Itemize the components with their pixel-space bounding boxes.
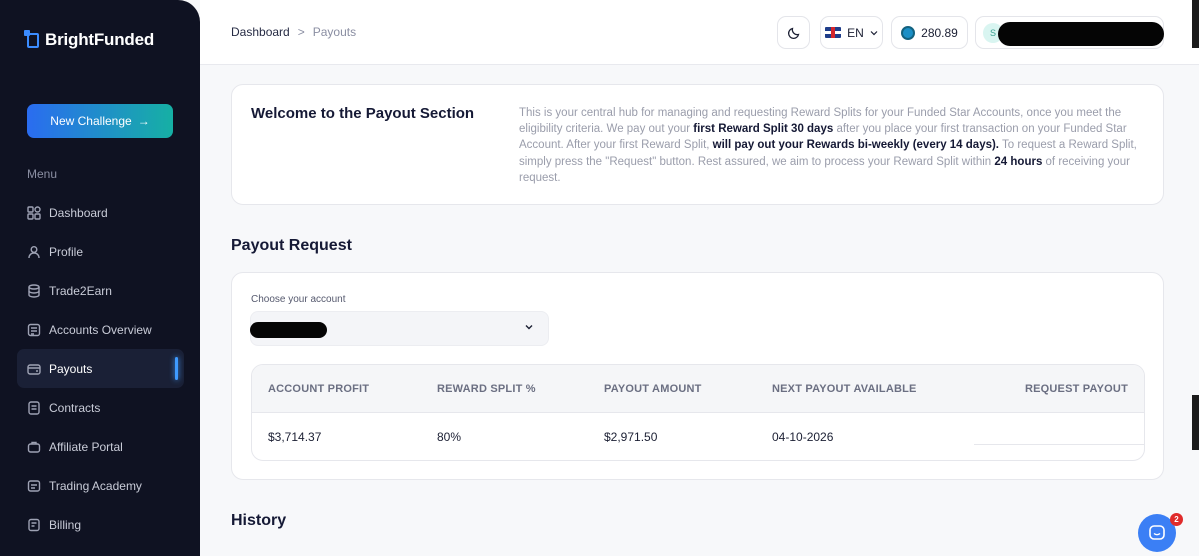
chat-notification-badge: 2 xyxy=(1170,513,1183,526)
user-icon xyxy=(28,245,40,258)
sidebar-item-trade2earn[interactable]: Trade2Earn xyxy=(17,271,184,310)
coin-icon xyxy=(901,25,916,40)
new-challenge-button[interactable]: New Challenge → xyxy=(27,104,173,138)
payout-request-card: Choose your account ACCOUNT PROFIT REWAR… xyxy=(231,272,1164,480)
dashboard-icon xyxy=(27,205,41,220)
sidebar-item-billing[interactable]: Billing xyxy=(17,505,184,544)
table-row: $3,714.37 80% $2,971.50 04-10-2026 xyxy=(252,412,1144,460)
welcome-text: This is your central hub for managing an… xyxy=(519,107,1137,184)
sidebar-item-label: Profile xyxy=(49,244,84,259)
sidebar-item-dashboard[interactable]: Dashboard xyxy=(17,193,184,232)
sidebar: BrightFunded New Challenge → Menu Dashbo… xyxy=(0,0,200,556)
sidebar-item-contracts[interactable]: Contracts xyxy=(17,388,184,427)
theme-toggle-button[interactable] xyxy=(777,16,810,49)
sidebar-item-trading-academy[interactable]: Trading Academy xyxy=(17,466,184,505)
welcome-card: Welcome to the Payout Section This is yo… xyxy=(231,84,1164,205)
table-header: ACCOUNT PROFIT REWARD SPLIT % PAYOUT AMO… xyxy=(252,365,1144,412)
document-icon xyxy=(28,400,40,415)
coin-balance: 280.89 xyxy=(921,25,958,40)
sidebar-item-label: Billing xyxy=(49,517,82,532)
academy-icon xyxy=(27,479,41,492)
breadcrumb-dashboard[interactable]: Dashboard xyxy=(231,25,290,39)
top-header: Dashboard > Payouts EN 280.89 S xyxy=(200,0,1199,65)
scrollbar-top-edge xyxy=(1192,0,1199,48)
breadcrumb: Dashboard > Payouts xyxy=(231,25,356,39)
col-reward-split: REWARD SPLIT % xyxy=(437,382,536,395)
history-title: History xyxy=(231,512,287,529)
sidebar-item-affiliate-portal[interactable]: Affiliate Portal xyxy=(17,427,184,466)
sidebar-nav: Dashboard Profile Trade2Earn Accounts Ov… xyxy=(17,193,184,544)
cell-payout-amount: $2,971.50 xyxy=(604,429,658,444)
payout-table: ACCOUNT PROFIT REWARD SPLIT % PAYOUT AMO… xyxy=(251,364,1145,461)
choose-account-label: Choose your account xyxy=(251,294,346,305)
menu-label: Menu xyxy=(27,167,58,181)
chevron-down-icon xyxy=(870,30,878,35)
wallet-icon xyxy=(27,363,41,375)
col-request-payout: REQUEST PAYOUT xyxy=(1024,382,1128,395)
sidebar-item-label: Trade2Earn xyxy=(49,283,112,298)
scrollbar-edge xyxy=(1192,395,1199,450)
breadcrumb-separator: > xyxy=(297,25,305,39)
chevron-down-icon xyxy=(525,325,533,330)
accounts-icon xyxy=(27,323,41,336)
moon-icon xyxy=(787,27,799,39)
sidebar-item-label: Dashboard xyxy=(49,205,108,220)
logo-icon xyxy=(24,29,39,48)
redacted-username xyxy=(998,22,1164,46)
sidebar-item-accounts-overview[interactable]: Accounts Overview xyxy=(17,310,184,349)
redacted-account-name xyxy=(250,322,327,338)
coin-balance-button[interactable]: 280.89 xyxy=(891,16,968,49)
sidebar-item-label: Accounts Overview xyxy=(49,322,152,337)
cell-next-payout: 04-10-2026 xyxy=(772,429,834,444)
language-code: EN xyxy=(847,25,864,40)
cell-reward-split: 80% xyxy=(437,429,462,444)
sidebar-item-label: Contracts xyxy=(49,400,101,415)
payout-request-title: Payout Request xyxy=(231,237,352,254)
account-select[interactable] xyxy=(250,311,549,346)
sidebar-item-payouts[interactable]: Payouts xyxy=(17,349,184,388)
billing-icon xyxy=(28,518,40,531)
new-challenge-label: New Challenge xyxy=(50,114,132,128)
brand-name: BrightFunded xyxy=(45,30,155,49)
col-next-payout: NEXT PAYOUT AVAILABLE xyxy=(772,382,917,395)
request-payout-cell xyxy=(974,413,1144,445)
breadcrumb-current: Payouts xyxy=(312,25,357,39)
chat-icon xyxy=(1149,525,1165,540)
sidebar-item-label: Trading Academy xyxy=(49,478,142,493)
affiliate-icon xyxy=(27,441,41,453)
col-account-profit: ACCOUNT PROFIT xyxy=(268,382,370,395)
user-menu-button[interactable]: S xyxy=(975,16,1164,49)
coins-icon xyxy=(28,283,40,298)
sidebar-item-label: Affiliate Portal xyxy=(49,439,123,454)
sidebar-item-label: Payouts xyxy=(49,361,93,376)
sidebar-item-profile[interactable]: Profile xyxy=(17,232,184,271)
arrow-right-icon: → xyxy=(137,114,150,128)
cell-account-profit: $3,714.37 xyxy=(268,429,322,444)
uk-flag-icon xyxy=(825,27,842,38)
language-selector[interactable]: EN xyxy=(820,16,883,49)
brand-logo[interactable]: BrightFunded xyxy=(24,29,155,50)
col-payout-amount: PAYOUT AMOUNT xyxy=(604,382,702,395)
welcome-title: Welcome to the Payout Section xyxy=(251,105,475,122)
